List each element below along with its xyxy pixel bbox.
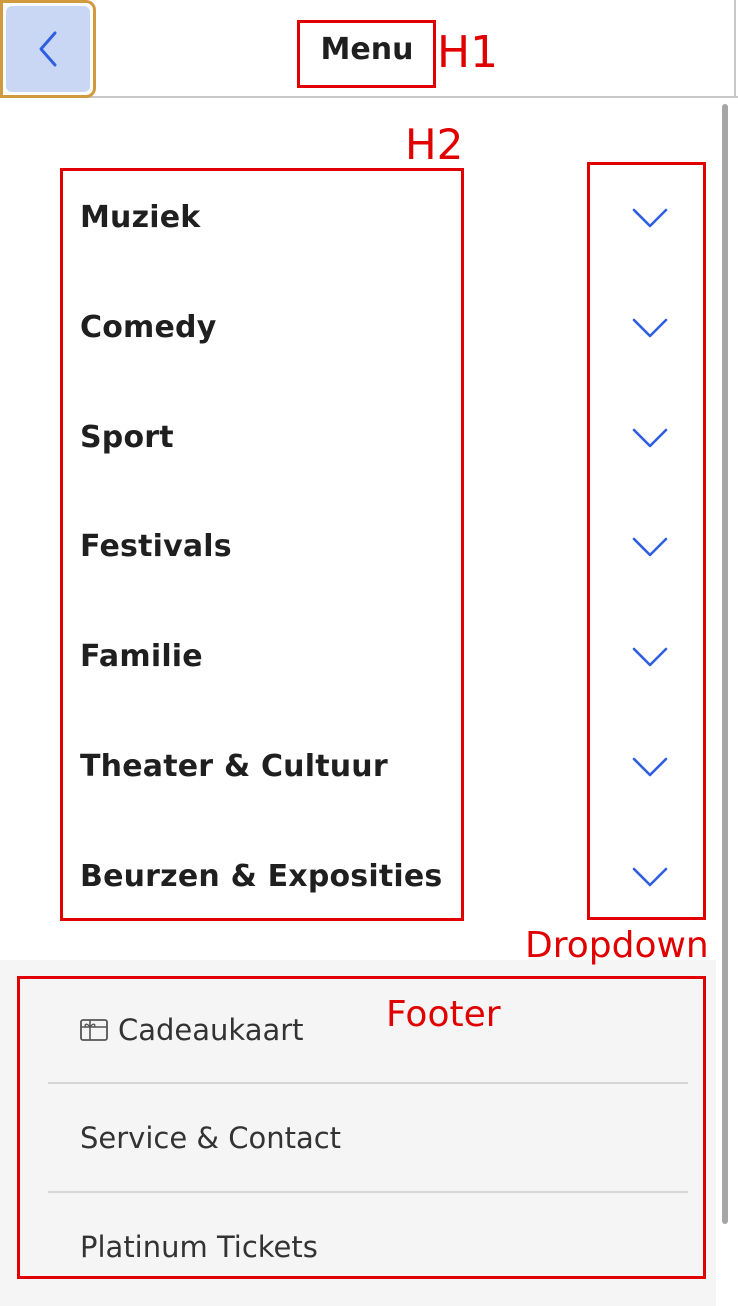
gift-card-icon [80,1019,108,1041]
footer-link-platinum-tickets[interactable]: Platinum Tickets [0,1193,716,1301]
menu-screen: Menu Muziek Comedy Sport Festivals Famil… [0,0,738,1306]
back-button[interactable] [0,0,96,98]
category-item-sport[interactable]: Sport [0,392,716,502]
chevron-down-icon [632,647,668,667]
header-bar: Menu [0,0,738,98]
category-label: Familie [80,639,203,674]
footer-link-label: Cadeaukaart [118,1013,304,1047]
page-title: Menu [320,31,414,67]
chevron-down-icon [632,757,668,777]
expand-button[interactable] [624,521,676,573]
expand-button[interactable] [624,192,676,244]
category-label: Festivals [80,529,232,564]
category-label: Theater & Cultuur [80,749,388,784]
header-edge-divider [734,0,736,98]
category-item-comedy[interactable]: Comedy [0,282,716,392]
category-item-theater-cultuur[interactable]: Theater & Cultuur [0,721,716,831]
chevron-down-icon [632,428,668,448]
category-label: Beurzen & Exposities [80,859,443,894]
chevron-down-icon [632,208,668,228]
footer-link-cadeaukaart[interactable]: Cadeaukaart [0,976,716,1084]
chevron-down-icon [632,318,668,338]
chevron-down-icon [632,867,668,887]
chevron-left-icon [39,31,57,67]
category-label: Sport [80,420,174,455]
footer-section: Cadeaukaart Service & Contact Platinum T… [0,960,716,1306]
footer-link-label: Platinum Tickets [80,1230,318,1264]
footer-link-service-contact[interactable]: Service & Contact [0,1084,716,1192]
chevron-down-icon [632,537,668,557]
annotation-label-h1: H1 [437,27,499,78]
category-label: Muziek [80,200,201,235]
expand-button[interactable] [624,741,676,793]
expand-button[interactable] [624,412,676,464]
category-item-festivals[interactable]: Festivals [0,501,716,611]
annotation-label-footer: Footer [386,994,501,1035]
footer-link-label: Service & Contact [80,1121,342,1155]
category-item-muziek[interactable]: Muziek [0,172,716,282]
category-item-familie[interactable]: Familie [0,611,716,721]
annotation-label-dropdown: Dropdown [525,925,709,966]
category-label: Comedy [80,310,217,345]
expand-button[interactable] [624,302,676,354]
expand-button[interactable] [624,851,676,903]
scrollbar-thumb[interactable] [722,104,728,1224]
expand-button[interactable] [624,631,676,683]
annotation-label-h2: H2 [405,120,464,169]
